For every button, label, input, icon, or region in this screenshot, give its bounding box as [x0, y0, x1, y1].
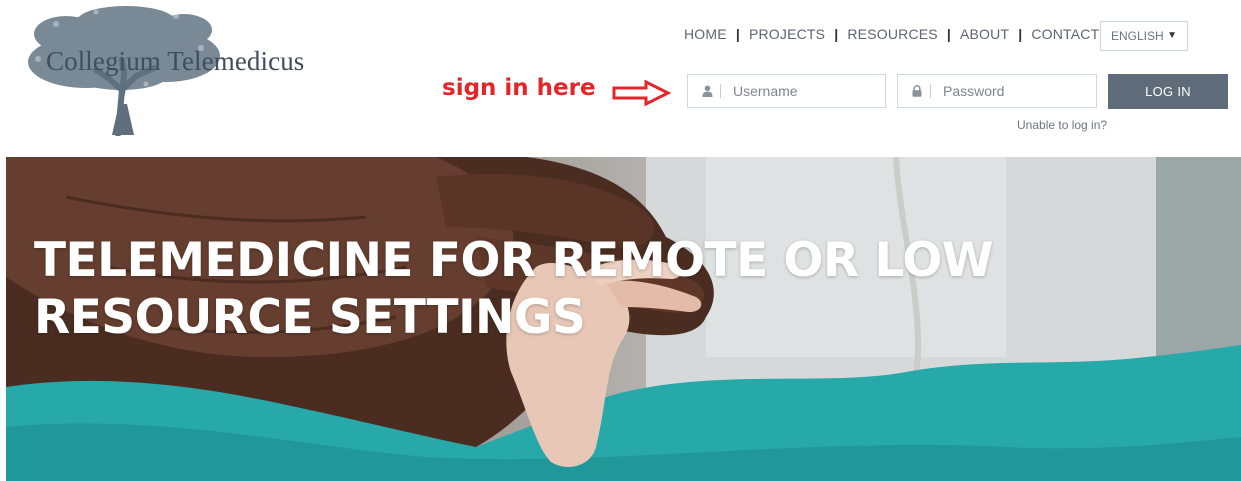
nav-separator: | [1018, 26, 1023, 42]
username-input[interactable] [731, 82, 875, 100]
nav-separator: | [946, 26, 951, 42]
nav-item-home[interactable]: HOME [684, 26, 727, 42]
chevron-down-icon: ▼ [1167, 30, 1177, 41]
lock-icon [898, 85, 930, 97]
password-field[interactable] [897, 74, 1097, 108]
nav-separator: | [834, 26, 839, 42]
field-divider [720, 84, 721, 98]
brand-name: Collegium Telemedicus [46, 46, 305, 76]
username-field[interactable] [687, 74, 886, 108]
nav-item-resources[interactable]: RESOURCES [847, 26, 937, 42]
nav-item-contact[interactable]: CONTACT [1031, 26, 1099, 42]
hero-banner: TELEMEDICINE FOR REMOTE OR LOW RESOURCE … [6, 157, 1241, 481]
nav-item-projects[interactable]: PROJECTS [749, 26, 825, 42]
nav-item-about[interactable]: ABOUT [960, 26, 1009, 42]
arrow-right-icon [612, 80, 672, 106]
password-input[interactable] [941, 82, 1085, 100]
site-logo[interactable]: Collegium Telemedicus [26, 4, 326, 136]
nav-separator: | [735, 26, 740, 42]
hero-title: TELEMEDICINE FOR REMOTE OR LOW RESOURCE … [34, 233, 994, 345]
sign-in-annotation: sign in here [442, 75, 596, 101]
field-divider [930, 84, 931, 98]
unable-to-login-link[interactable]: Unable to log in? [1017, 118, 1107, 132]
login-button[interactable]: LOG IN [1108, 74, 1228, 109]
main-nav: HOME | PROJECTS | RESOURCES | ABOUT | CO… [684, 26, 1099, 42]
user-icon [688, 85, 720, 97]
language-selected-value: ENGLISH [1111, 29, 1164, 43]
language-select[interactable]: ENGLISH ▼ [1100, 21, 1188, 51]
